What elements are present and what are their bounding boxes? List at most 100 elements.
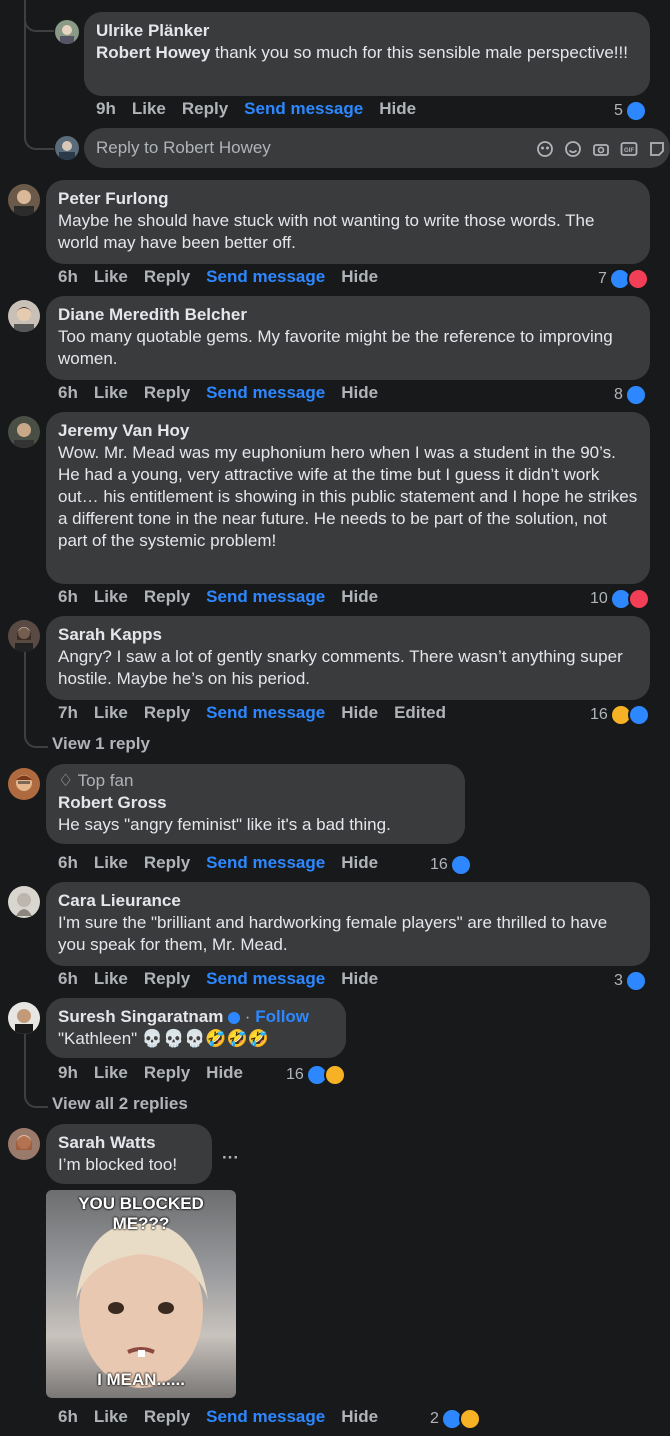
reply-button[interactable]: Reply bbox=[182, 99, 228, 119]
send-message-button[interactable]: Send message bbox=[206, 853, 325, 873]
timestamp[interactable]: 6h bbox=[58, 267, 78, 287]
like-button[interactable]: Like bbox=[94, 969, 128, 989]
comment-author[interactable]: Ulrike Plänker bbox=[96, 20, 638, 42]
comment-author[interactable]: Sarah Kapps bbox=[58, 624, 638, 646]
reaction-number: 8 bbox=[614, 386, 623, 403]
like-button[interactable]: Like bbox=[94, 853, 128, 873]
more-options-button[interactable]: ··· bbox=[222, 1148, 239, 1168]
sticker-icon[interactable] bbox=[648, 140, 666, 158]
hide-button[interactable]: Hide bbox=[379, 99, 416, 119]
reply-button[interactable]: Reply bbox=[144, 1407, 190, 1427]
avatar[interactable] bbox=[8, 416, 40, 448]
timestamp[interactable]: 6h bbox=[58, 853, 78, 873]
reply-button[interactable]: Reply bbox=[144, 587, 190, 607]
avatar[interactable] bbox=[8, 1002, 40, 1034]
reaction-count[interactable]: 3 bbox=[614, 970, 647, 992]
sticker-face-icon[interactable] bbox=[536, 140, 554, 158]
comment-author[interactable]: Sarah Watts bbox=[58, 1132, 200, 1154]
comment-author[interactable]: Cara Lieurance bbox=[58, 890, 638, 912]
comment-actions: 7h Like Reply Send message Hide Edited bbox=[58, 703, 462, 723]
reaction-count[interactable]: 16 bbox=[590, 704, 650, 726]
avatar[interactable] bbox=[8, 184, 40, 216]
hide-button[interactable]: Hide bbox=[341, 267, 378, 287]
comment-text: Maybe he should have stuck with not want… bbox=[58, 211, 595, 252]
like-button[interactable]: Like bbox=[94, 1407, 128, 1427]
comment-bubble: Jeremy Van Hoy Wow. Mr. Mead was my euph… bbox=[46, 412, 650, 584]
reaction-count[interactable]: 8 bbox=[614, 384, 647, 406]
reaction-count[interactable]: 16 bbox=[286, 1064, 346, 1086]
send-message-button[interactable]: Send message bbox=[206, 267, 325, 287]
like-button[interactable]: Like bbox=[94, 703, 128, 723]
reaction-count[interactable]: 16 bbox=[430, 854, 472, 876]
reply-button[interactable]: Reply bbox=[144, 383, 190, 403]
reply-input[interactable]: Reply to Robert Howey GIF bbox=[84, 128, 670, 168]
send-message-button[interactable]: Send message bbox=[244, 99, 363, 119]
follow-button[interactable]: Follow bbox=[255, 1007, 309, 1026]
comment-bubble: Ulrike Plänker Robert Howey thank you so… bbox=[84, 12, 650, 96]
mention-link[interactable]: Robert Howey bbox=[96, 43, 210, 62]
gif-image[interactable]: YOU BLOCKED ME??? I MEAN...... bbox=[46, 1190, 236, 1398]
avatar[interactable] bbox=[55, 20, 79, 44]
gif-icon[interactable]: GIF bbox=[620, 140, 638, 158]
send-message-button[interactable]: Send message bbox=[206, 969, 325, 989]
reaction-count[interactable]: 7 bbox=[598, 268, 649, 290]
timestamp[interactable]: 6h bbox=[58, 587, 78, 607]
comment-actions: 6h Like Reply Send message Hide bbox=[58, 853, 394, 873]
comment-author[interactable]: Jeremy Van Hoy bbox=[58, 420, 638, 442]
like-button[interactable]: Like bbox=[94, 587, 128, 607]
comment-actions: 6h Like Reply Send message Hide bbox=[58, 267, 394, 287]
reaction-count[interactable]: 2 bbox=[430, 1408, 481, 1430]
reaction-count[interactable]: 10 bbox=[590, 588, 650, 610]
like-button[interactable]: Like bbox=[94, 383, 128, 403]
camera-icon[interactable] bbox=[592, 140, 610, 158]
reply-button[interactable]: Reply bbox=[144, 969, 190, 989]
comment-text: Angry? I saw a lot of gently snarky comm… bbox=[58, 647, 623, 688]
avatar[interactable] bbox=[8, 886, 40, 918]
timestamp[interactable]: 9h bbox=[58, 1063, 78, 1083]
author-name[interactable]: Suresh Singaratnam bbox=[58, 1007, 223, 1026]
timestamp[interactable]: 6h bbox=[58, 383, 78, 403]
reply-button[interactable]: Reply bbox=[144, 853, 190, 873]
timestamp[interactable]: 9h bbox=[96, 99, 116, 119]
view-replies-link[interactable]: View 1 reply bbox=[52, 734, 150, 754]
timestamp[interactable]: 7h bbox=[58, 703, 78, 723]
avatar[interactable] bbox=[55, 136, 79, 160]
edited-label[interactable]: Edited bbox=[394, 703, 446, 723]
hide-button[interactable]: Hide bbox=[341, 1407, 378, 1427]
view-replies-link[interactable]: View all 2 replies bbox=[52, 1094, 188, 1114]
send-message-button[interactable]: Send message bbox=[206, 587, 325, 607]
emoji-icon[interactable] bbox=[564, 140, 582, 158]
comment-bubble: ♢ Top fan Robert Gross He says "angry fe… bbox=[46, 764, 465, 844]
send-message-button[interactable]: Send message bbox=[206, 383, 325, 403]
avatar[interactable] bbox=[8, 620, 40, 652]
send-message-button[interactable]: Send message bbox=[206, 1407, 325, 1427]
like-button[interactable]: Like bbox=[94, 1063, 128, 1083]
comment-author[interactable]: Robert Gross bbox=[58, 792, 453, 814]
reply-button[interactable]: Reply bbox=[144, 703, 190, 723]
timestamp[interactable]: 6h bbox=[58, 1407, 78, 1427]
timestamp[interactable]: 6h bbox=[58, 969, 78, 989]
avatar[interactable] bbox=[8, 1128, 40, 1160]
hide-button[interactable]: Hide bbox=[341, 853, 378, 873]
like-button[interactable]: Like bbox=[132, 99, 166, 119]
like-reaction-icon bbox=[624, 100, 647, 122]
comment-text-body: thank you so much for this sensible male… bbox=[210, 43, 628, 62]
hide-button[interactable]: Hide bbox=[206, 1063, 243, 1083]
like-reaction-icon bbox=[449, 854, 472, 876]
hide-button[interactable]: Hide bbox=[341, 703, 378, 723]
hide-button[interactable]: Hide bbox=[341, 587, 378, 607]
avatar[interactable] bbox=[8, 768, 40, 800]
like-button[interactable]: Like bbox=[94, 267, 128, 287]
avatar[interactable] bbox=[8, 300, 40, 332]
comment-actions: 6h Like Reply Send message Hide bbox=[58, 383, 394, 403]
reaction-count[interactable]: 5 bbox=[614, 100, 647, 122]
haha-reaction-icon bbox=[323, 1064, 346, 1086]
hide-button[interactable]: Hide bbox=[341, 969, 378, 989]
send-message-button[interactable]: Send message bbox=[206, 703, 325, 723]
reply-button[interactable]: Reply bbox=[144, 1063, 190, 1083]
comment-author[interactable]: Peter Furlong bbox=[58, 188, 638, 210]
comment-text: He says "angry feminist" like it's a bad… bbox=[58, 815, 391, 834]
reply-button[interactable]: Reply bbox=[144, 267, 190, 287]
comment-author[interactable]: Diane Meredith Belcher bbox=[58, 304, 638, 326]
hide-button[interactable]: Hide bbox=[341, 383, 378, 403]
